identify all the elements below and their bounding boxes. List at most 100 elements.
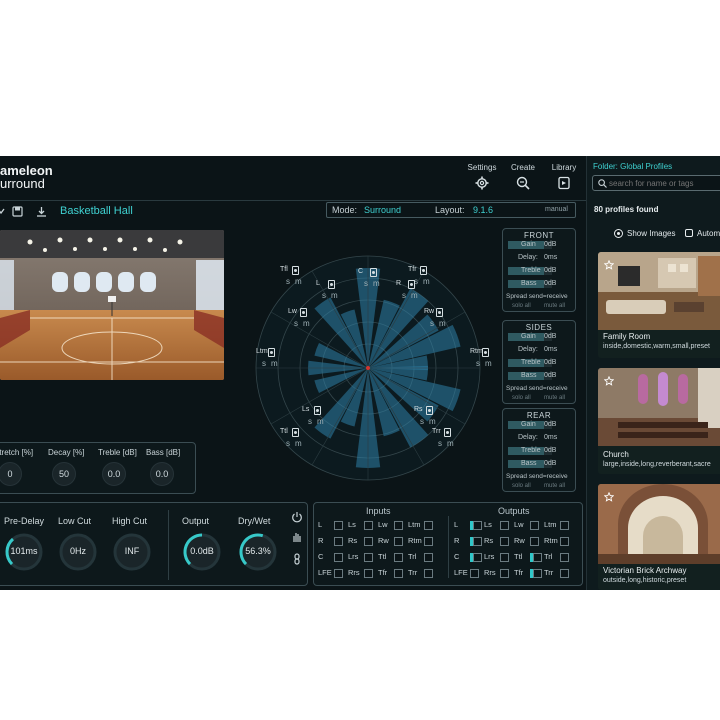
profile-card-victorian-brick-archway[interactable]: Victorian Brick Archway outside,long,his…	[598, 484, 720, 590]
input-channel-toggle[interactable]	[424, 553, 433, 562]
speaker-rw[interactable]: Rw s m	[424, 308, 454, 330]
solo-all-button[interactable]: solo all	[512, 303, 531, 309]
room-knob[interactable]: 0.0	[102, 462, 126, 486]
input-channel-toggle[interactable]	[364, 569, 373, 578]
settings-button[interactable]: Settings	[466, 163, 498, 195]
mute-button[interactable]: m	[411, 291, 418, 300]
mute-button[interactable]: m	[317, 417, 324, 426]
link-button[interactable]	[288, 550, 306, 568]
output-channel-toggle[interactable]	[560, 537, 569, 546]
solo-button[interactable]: s	[364, 279, 368, 288]
param-knob[interactable]: 0Hz	[58, 532, 98, 572]
solo-button[interactable]: s	[294, 319, 298, 328]
param-knob[interactable]: 101ms	[4, 532, 44, 572]
create-button[interactable]: Create	[507, 163, 539, 195]
mute-button[interactable]: m	[271, 359, 278, 368]
output-channel-toggle[interactable]	[560, 553, 569, 562]
solo-button[interactable]: s	[322, 291, 326, 300]
input-channel-toggle[interactable]	[334, 569, 343, 578]
mute-button[interactable]: m	[331, 291, 338, 300]
folder-label[interactable]: Folder: Global Profiles	[593, 162, 672, 171]
room-knob[interactable]: 0.0	[150, 462, 174, 486]
show-images-toggle[interactable]: Show Images	[614, 228, 676, 240]
section-delay-value[interactable]: 0ms	[544, 434, 557, 441]
profile-card-family-room[interactable]: Family Room inside,domestic,warm,small,p…	[598, 252, 720, 358]
mute-all-button[interactable]: mute all	[544, 395, 565, 401]
solo-button[interactable]: s	[262, 359, 266, 368]
mute-button[interactable]: m	[295, 439, 302, 448]
speaker-r[interactable]: Rsm	[396, 280, 426, 302]
speaker-rs[interactable]: Rs s m	[414, 406, 444, 428]
speaker-ttl[interactable]: Ttl s m	[280, 428, 310, 450]
solo-button[interactable]: s	[430, 319, 434, 328]
profile-card-church[interactable]: Church large,inside,long,reverberant,sac…	[598, 368, 720, 474]
mute-button[interactable]: m	[295, 277, 302, 286]
solo-button[interactable]: s	[286, 439, 290, 448]
output-channel-toggle[interactable]	[530, 521, 539, 530]
output-channel-toggle[interactable]	[500, 521, 509, 530]
section-delay-value[interactable]: 0ms	[544, 254, 557, 261]
input-channel-toggle[interactable]	[334, 553, 343, 562]
output-channel-toggle[interactable]	[500, 553, 509, 562]
power-button[interactable]	[288, 508, 306, 526]
input-channel-toggle[interactable]	[424, 569, 433, 578]
speaker-rtm[interactable]: Rtm s m	[470, 348, 500, 370]
auto-toggle[interactable]: Autom	[685, 228, 720, 240]
input-channel-toggle[interactable]	[334, 537, 343, 546]
input-channel-toggle[interactable]	[364, 537, 373, 546]
gesture-button[interactable]	[288, 528, 306, 546]
input-channel-toggle[interactable]	[424, 521, 433, 530]
input-channel-toggle[interactable]	[394, 537, 403, 546]
input-channel-toggle[interactable]	[334, 521, 343, 530]
mute-button[interactable]: m	[373, 279, 380, 288]
favorite-star-icon[interactable]	[604, 492, 614, 502]
input-channel-toggle[interactable]	[364, 553, 373, 562]
mute-button[interactable]: m	[447, 439, 454, 448]
mute-button[interactable]: m	[485, 359, 492, 368]
input-channel-toggle[interactable]	[394, 569, 403, 578]
solo-button[interactable]: s	[308, 417, 312, 426]
output-channel-toggle[interactable]	[500, 569, 509, 578]
manual-label[interactable]: manual	[545, 206, 568, 213]
section-spread[interactable]: Spread send=receive	[506, 473, 568, 480]
section-spread[interactable]: Spread send=receive	[506, 293, 568, 300]
layout-value[interactable]: 9.1.6	[473, 205, 493, 215]
download-button[interactable]	[32, 202, 50, 220]
save-button[interactable]	[8, 202, 26, 220]
room-knob[interactable]: 50	[52, 462, 76, 486]
param-knob[interactable]: INF	[112, 532, 152, 572]
speaker-trr[interactable]: Trr s m	[432, 428, 462, 450]
speaker-c[interactable]: Csm	[358, 268, 388, 290]
solo-button[interactable]: s	[286, 277, 290, 286]
solo-button[interactable]: s	[420, 417, 424, 426]
favorite-star-icon[interactable]	[604, 260, 614, 270]
search-input[interactable]	[609, 177, 719, 189]
mute-button[interactable]: m	[439, 319, 446, 328]
speaker-tfl[interactable]: Tfl s m	[280, 266, 310, 288]
mute-all-button[interactable]: mute all	[544, 303, 565, 309]
speaker-ls[interactable]: Ls s m	[302, 406, 332, 428]
param-knob[interactable]: 0.0dB	[182, 532, 222, 572]
input-channel-toggle[interactable]	[424, 537, 433, 546]
solo-all-button[interactable]: solo all	[512, 483, 531, 489]
mute-button[interactable]: m	[303, 319, 310, 328]
output-channel-toggle[interactable]	[470, 569, 479, 578]
mute-button[interactable]: m	[429, 417, 436, 426]
output-channel-toggle[interactable]	[560, 521, 569, 530]
speaker-l[interactable]: Lsm	[316, 280, 346, 302]
speaker-ltm[interactable]: Ltm s m	[256, 348, 286, 370]
output-channel-toggle[interactable]	[530, 537, 539, 546]
search-box[interactable]	[592, 175, 720, 191]
output-channel-toggle[interactable]	[560, 569, 569, 578]
input-channel-toggle[interactable]	[394, 521, 403, 530]
preset-name[interactable]: Basketball Hall	[60, 205, 133, 217]
speaker-lw[interactable]: Lw s m	[288, 308, 318, 330]
solo-button[interactable]: s	[438, 439, 442, 448]
favorite-star-icon[interactable]	[604, 376, 614, 386]
library-button[interactable]: Library	[548, 163, 580, 195]
mode-value[interactable]: Surround	[364, 205, 401, 215]
param-knob[interactable]: 56.3%	[238, 532, 278, 572]
section-spread[interactable]: Spread send=receive	[506, 385, 568, 392]
input-channel-toggle[interactable]	[364, 521, 373, 530]
input-channel-toggle[interactable]	[394, 553, 403, 562]
